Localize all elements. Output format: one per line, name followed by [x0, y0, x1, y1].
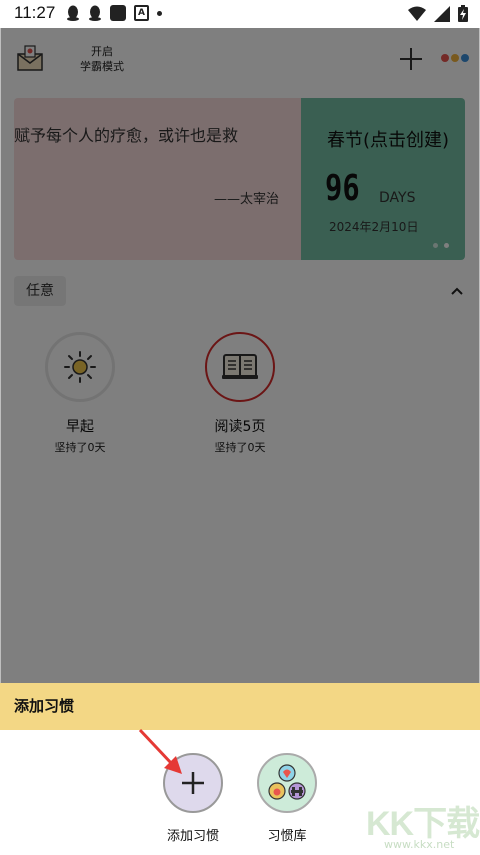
habit-library-option[interactable]: 习惯库	[242, 753, 332, 844]
qq-icon	[67, 5, 79, 21]
pointer-arrow-icon	[138, 728, 182, 774]
watermark: KK下载 www.kkx.net	[360, 796, 480, 855]
status-time: 11:27	[14, 3, 56, 22]
habit-library-icon	[268, 764, 306, 800]
watermark-url: www.kkx.net	[384, 838, 455, 851]
ad-notification-icon: A	[134, 5, 149, 21]
app-notification-icon	[110, 5, 126, 21]
battery-charging-icon	[458, 5, 468, 22]
qq-icon	[89, 5, 101, 21]
notification-icons: A	[66, 5, 162, 21]
habit-library-label: 习惯库	[267, 829, 307, 844]
signal-icon	[434, 5, 450, 22]
system-icons	[408, 5, 468, 22]
dim-overlay[interactable]	[0, 28, 480, 683]
habit-library-button[interactable]	[257, 753, 317, 813]
sheet-title: 添加习惯	[0, 683, 480, 730]
more-notifications-icon	[157, 10, 162, 16]
status-bar: 11:27 A	[0, 0, 480, 28]
add-habit-label: 添加习惯	[166, 829, 219, 844]
wifi-icon	[408, 6, 426, 21]
